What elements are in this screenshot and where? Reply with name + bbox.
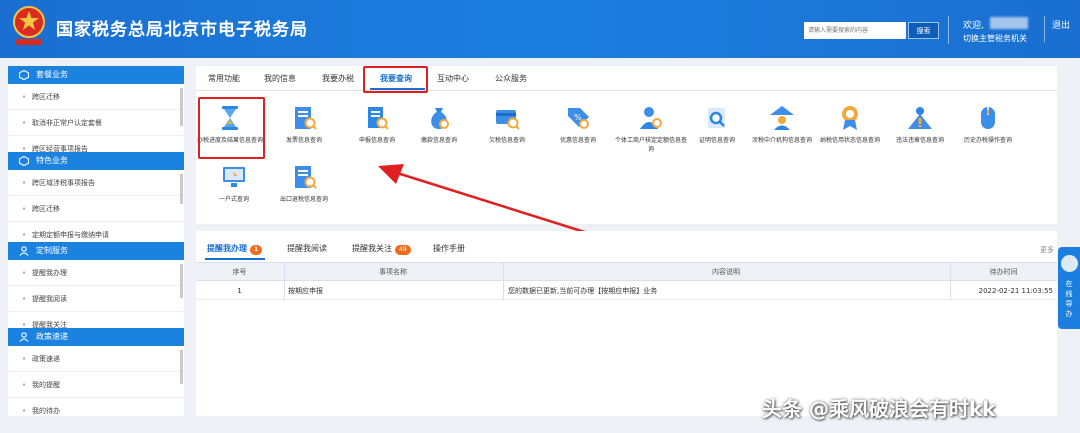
func-certificate-query[interactable]: 证明信息查询	[680, 103, 754, 145]
agency-icon	[770, 106, 794, 130]
scrollbar[interactable]	[180, 264, 183, 298]
header-divider	[948, 16, 949, 44]
sidebar-item[interactable]: 取消非正常户认定套餐	[8, 110, 184, 136]
user-icon	[19, 246, 29, 256]
func-export-refund-query[interactable]: 出口退税信息查询	[267, 162, 341, 204]
violation-icon	[908, 107, 932, 129]
monitor-icon	[223, 167, 245, 187]
row-item-name: 按期应申报	[288, 287, 323, 295]
column-divider	[284, 262, 285, 300]
sidebar-section-header[interactable]: 政策速递	[8, 328, 184, 346]
sidebar: 套餐业务 跨区迁移 取消非正常户认定套餐 跨区经营事项报告 特色业务 跨区域涉税…	[8, 66, 184, 416]
sidebar-section: 特色业务 跨区域涉税事项报告 跨区迁移 定期定额申报与缴纳申请	[8, 152, 184, 248]
welcome-text: 欢迎,	[963, 21, 984, 31]
sidebar-section: 定制服务 提醒我办理 提醒我阅读 提醒我关注	[8, 242, 184, 338]
tab-divider	[196, 90, 1057, 91]
column-header: 内容说明	[712, 268, 740, 276]
func-individual-quota-query[interactable]: 个体工商户核定定额信息查询	[614, 103, 688, 154]
func-history-query[interactable]: 历史办税操作查询	[951, 103, 1025, 145]
func-arrears-query[interactable]: 欠税信息查询	[470, 103, 544, 145]
count-badge: 49	[395, 245, 411, 255]
discount-tag-icon: %	[568, 108, 589, 129]
user-icon	[19, 332, 29, 342]
switch-authority-link[interactable]: 切换主管税务机关	[963, 33, 1027, 44]
tab-public-service[interactable]: 公众服务	[495, 73, 527, 84]
cube-icon	[19, 156, 29, 166]
mouse-history-icon	[981, 107, 995, 129]
assistant-avatar-icon	[1061, 255, 1078, 272]
func-one-stop-query[interactable]: 一户式查询	[197, 162, 271, 204]
site-title: 国家税务总局北京市电子税务局	[56, 20, 308, 40]
func-violation-query[interactable]: 违法违章信息查询	[883, 103, 957, 145]
tab-remind-follow[interactable]: 提醒我关注 49	[352, 243, 411, 255]
header-divider	[1044, 16, 1045, 42]
tab-manual[interactable]: 操作手册	[433, 243, 465, 254]
logout-link[interactable]: 退出	[1052, 18, 1070, 31]
more-link[interactable]: 更多	[1040, 245, 1054, 255]
reminder-panel	[196, 231, 1057, 416]
sidebar-section: 政策速递 政策速递 我的提醒 我的待办	[8, 328, 184, 416]
credit-medal-icon	[842, 106, 858, 130]
column-divider	[503, 262, 504, 300]
tab-common[interactable]: 常用功能	[208, 73, 240, 84]
sidebar-section-header[interactable]: 套餐业务	[8, 66, 184, 84]
scrollbar[interactable]	[180, 88, 183, 126]
export-refund-icon	[295, 166, 317, 189]
highlight-box	[198, 97, 265, 159]
person-quota-icon	[640, 107, 662, 129]
sidebar-item[interactable]: 提醒我阅读	[8, 286, 184, 312]
sidebar-item[interactable]: 我的待办	[8, 398, 184, 416]
sidebar-item[interactable]: 提醒我办理	[8, 260, 184, 286]
count-badge: 1	[250, 245, 263, 255]
tab-remind-read[interactable]: 提醒我阅读	[287, 243, 327, 254]
tax-emblem-icon	[13, 6, 45, 45]
certificate-search-icon	[708, 108, 725, 128]
declaration-search-icon	[368, 107, 389, 130]
tab-interaction[interactable]: 互动中心	[437, 73, 469, 84]
column-header: 事项名称	[379, 268, 407, 276]
online-guide-label: 在线导办	[1065, 280, 1073, 318]
sidebar-section-header[interactable]: 定制服务	[8, 242, 184, 260]
money-bag-icon	[431, 108, 449, 129]
tax-owed-icon	[496, 110, 520, 130]
table-row[interactable]: 1 按期应申报 您的数据已更新,当前可办理【按期应申报】业务 2022-02-2…	[196, 282, 1057, 300]
column-header: 序号	[232, 268, 247, 276]
column-divider	[950, 262, 951, 300]
search-input[interactable]	[804, 22, 906, 39]
sidebar-item[interactable]: 跨区迁移	[8, 84, 184, 110]
cube-icon	[19, 70, 29, 80]
active-tab-underline	[205, 258, 265, 260]
func-invoice-query[interactable]: 发票信息查询	[267, 103, 341, 145]
func-credit-status-query[interactable]: 纳税信用状态信息查询	[813, 103, 887, 145]
func-discount-query[interactable]: % 优惠信息查询	[541, 103, 615, 145]
func-payment-query[interactable]: 缴款信息查询	[402, 103, 476, 145]
row-time: 2022-02-21 11:03:55	[978, 287, 1053, 295]
scrollbar[interactable]	[180, 350, 183, 384]
sidebar-section-header[interactable]: 特色业务	[8, 152, 184, 170]
online-guide-button[interactable]: 在线导办	[1058, 247, 1080, 329]
top-header: 国家税务总局北京市电子税务局 搜索 欢迎, 切换主管税务机关 退出	[0, 0, 1080, 58]
watermark: 头条 @乘风破浪会有时kk	[762, 397, 996, 421]
row-description: 您的数据已更新,当前可办理【按期应申报】业务	[508, 287, 658, 295]
func-agency-query[interactable]: 涉税中介机构信息查询	[745, 103, 819, 145]
sidebar-section: 套餐业务 跨区迁移 取消非正常户认定套餐 跨区经营事项报告	[8, 66, 184, 162]
tab-tax-handling[interactable]: 我要办税	[322, 73, 354, 84]
sidebar-item[interactable]: 政策速递	[8, 346, 184, 372]
sidebar-item[interactable]: 跨区迁移	[8, 196, 184, 222]
sidebar-item[interactable]: 我的提醒	[8, 372, 184, 398]
blurred-username	[990, 17, 1028, 29]
column-header: 待办时间	[989, 268, 1018, 276]
tab-my-info[interactable]: 我的信息	[264, 73, 296, 84]
tab-remind-handle[interactable]: 提醒我办理 1	[207, 243, 263, 255]
highlight-box	[363, 66, 428, 93]
table-header: 序号 事项名称 内容说明 待办时间	[196, 262, 1057, 281]
row-index: 1	[237, 287, 242, 295]
search-button[interactable]: 搜索	[908, 22, 939, 39]
sidebar-item[interactable]: 跨区域涉税事项报告	[8, 170, 184, 196]
scrollbar[interactable]	[180, 174, 183, 204]
invoice-search-icon	[295, 107, 317, 130]
